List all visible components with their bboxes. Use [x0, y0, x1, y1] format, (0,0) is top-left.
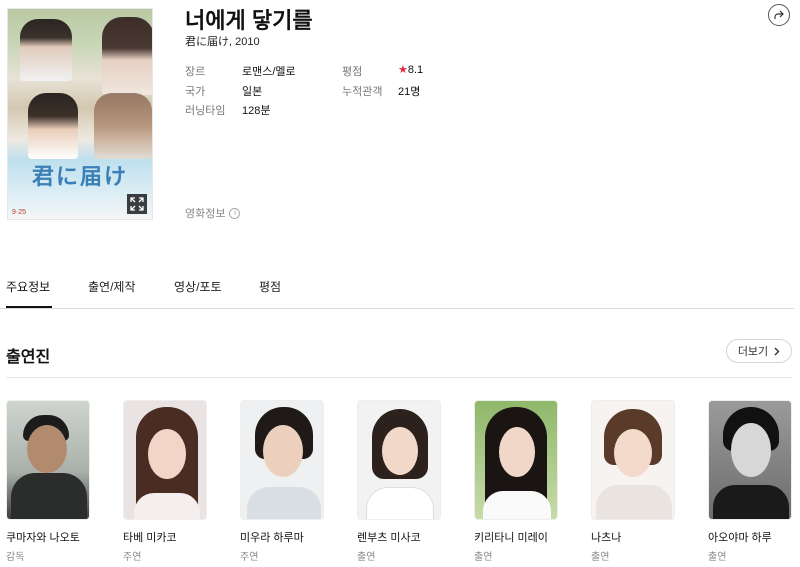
runtime-label: 러닝타임 — [185, 105, 226, 117]
tab-main-info[interactable]: 주요정보 — [6, 278, 50, 295]
share-button[interactable] — [768, 4, 790, 26]
more-button[interactable]: 더보기 — [726, 339, 792, 363]
cast-photo — [240, 400, 324, 520]
country-label: 국가 — [185, 86, 206, 98]
cast-name: 미우라 하루마 — [240, 532, 304, 544]
poster-figure — [28, 93, 78, 159]
cast-photo — [591, 400, 675, 520]
poster-title: 君に届け — [31, 164, 128, 189]
share-icon — [774, 10, 784, 19]
country-value: 일본 — [242, 86, 263, 98]
cast-name: 쿠마자와 나오토 — [6, 532, 80, 544]
section-divider — [6, 377, 792, 378]
active-tab-indicator — [6, 306, 52, 308]
movie-info-label: 영화정보 — [185, 208, 226, 220]
rating-value: 8.1 — [407, 64, 424, 76]
movie-info-link[interactable]: 영화정보 i — [185, 205, 241, 221]
cast-photo — [123, 400, 207, 520]
cast-card[interactable]: 쿠마자와 나오토 감독 — [6, 400, 90, 563]
tab-rating[interactable]: 평점 — [259, 278, 281, 295]
cast-card[interactable]: 키리타니 미레이 출연 — [474, 400, 558, 563]
cast-card[interactable]: 아오야마 하루 출연 — [708, 400, 792, 563]
cast-name: 나츠나 — [591, 532, 622, 544]
chevron-right-icon — [774, 347, 780, 355]
movie-poster[interactable]: 君に届け 9·25 — [7, 8, 153, 220]
cast-role: 감독 — [6, 552, 25, 563]
expand-icon — [130, 197, 144, 211]
cast-name: 키리타니 미레이 — [474, 532, 548, 544]
audience-label: 누적관객 — [342, 86, 383, 98]
info-icon: i — [229, 207, 241, 219]
cast-role: 출연 — [708, 552, 727, 563]
cast-role: 출연 — [357, 552, 376, 563]
cast-photo — [474, 400, 558, 520]
movie-title: 너에게 닿기를 — [185, 8, 313, 33]
cast-photo — [357, 400, 441, 520]
movie-subtitle: 君に届け, 2010 — [185, 36, 260, 48]
poster-figure — [94, 93, 152, 159]
cast-name: 타베 미카코 — [123, 532, 177, 544]
tab-bar: 주요정보 출연/제작 영상/포토 평점 — [0, 268, 794, 309]
cast-name: 아오야마 하루 — [708, 532, 772, 544]
rating-label: 평점 — [342, 66, 363, 78]
more-label: 더보기 — [737, 346, 769, 358]
expand-button[interactable] — [127, 194, 147, 214]
star-icon: ★ — [398, 64, 408, 76]
poster-date: 9·25 — [12, 209, 27, 216]
runtime-value: 128분 — [242, 105, 271, 117]
genre-value: 로맨스/멜로 — [242, 66, 296, 78]
cast-photo — [708, 400, 792, 520]
cast-card[interactable]: 렌부츠 미사코 출연 — [357, 400, 441, 563]
cast-role: 출연 — [474, 552, 493, 563]
tab-video-photo[interactable]: 영상/포토 — [174, 278, 222, 295]
tab-cast-crew[interactable]: 출연/제작 — [88, 278, 136, 295]
cast-card[interactable]: 미우라 하루마 주연 — [240, 400, 324, 563]
cast-role: 주연 — [240, 552, 259, 563]
genre-label: 장르 — [185, 66, 206, 78]
cast-card[interactable]: 타베 미카코 주연 — [123, 400, 207, 563]
cast-role: 출연 — [591, 552, 610, 563]
cast-role: 주연 — [123, 552, 142, 563]
cast-card[interactable]: 나츠나 출연 — [591, 400, 675, 563]
audience-value: 21명 — [398, 86, 421, 98]
cast-name: 렌부츠 미사코 — [357, 532, 421, 544]
cast-photo — [6, 400, 90, 520]
poster-figure — [102, 17, 152, 95]
poster-figure — [20, 19, 72, 81]
cast-section-title: 출연진 — [6, 349, 51, 366]
